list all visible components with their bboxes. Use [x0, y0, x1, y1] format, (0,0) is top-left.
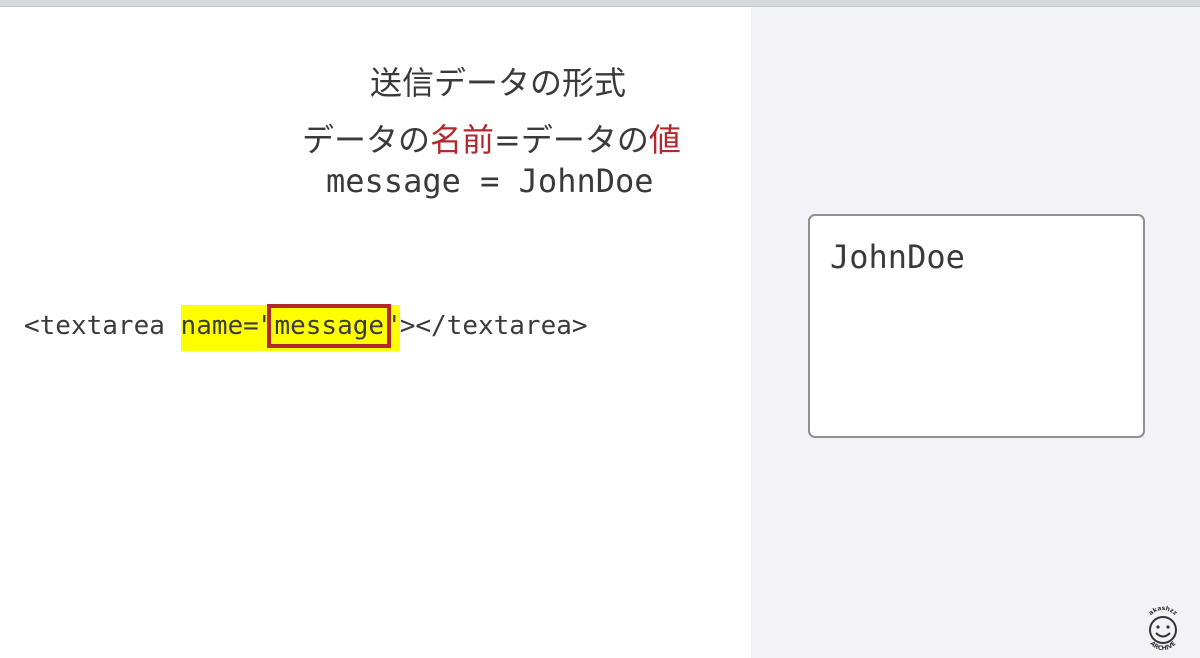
formula-value-word: 値: [648, 121, 681, 159]
logo-bottom-text: ARCHIVE: [1149, 640, 1178, 652]
formula-part-1: データの: [302, 121, 431, 159]
format-example: message = JohnDoe: [326, 162, 654, 200]
textarea-code-snippet: <textarea name="message"></textarea>: [24, 304, 588, 351]
format-formula: データの名前=データの値: [302, 115, 681, 161]
svg-text:akashzz: akashzz: [1148, 605, 1179, 617]
formula-part-2: =データの: [494, 121, 649, 159]
code-name-attribute-highlight: name="message": [180, 304, 400, 351]
code-close-tag: ></textarea>: [399, 311, 588, 341]
svg-text:ARCHIVE: ARCHIVE: [1149, 640, 1178, 652]
code-attr-close: ": [384, 311, 400, 341]
channel-logo: akashzz ARCHIVE: [1148, 605, 1179, 652]
code-attr-value: message: [267, 304, 392, 348]
logo-top-text: akashzz: [1148, 605, 1179, 617]
message-textarea[interactable]: JohnDoe: [808, 214, 1145, 438]
formula-name-word: 名前: [430, 121, 495, 159]
code-attr-name: name=": [180, 311, 275, 341]
slide-title: 送信データの形式: [370, 64, 627, 102]
code-open-tag: <textarea: [24, 311, 181, 341]
browser-top-bar: [0, 0, 1200, 7]
